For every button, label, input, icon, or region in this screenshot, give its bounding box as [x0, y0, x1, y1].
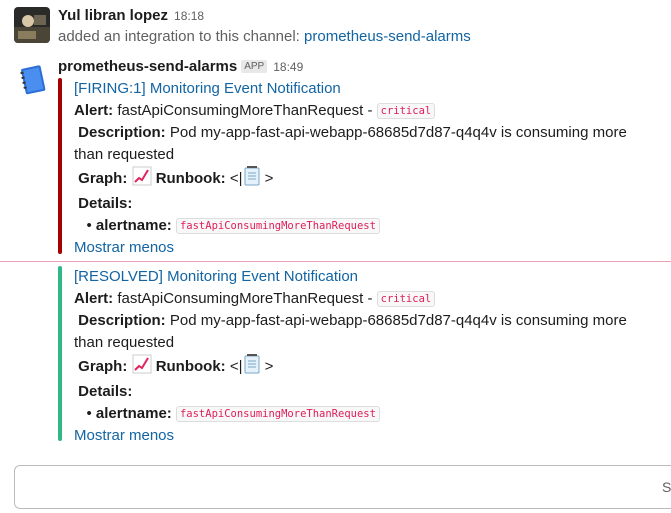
graph-row: Graph: Runbook: <| >	[74, 166, 658, 193]
show-less-link[interactable]: Mostrar menos	[74, 425, 658, 447]
graph-row: Graph: Runbook: <| >	[74, 354, 658, 381]
alertname-row: • alertname: fastApiConsumingMoreThanReq…	[74, 215, 658, 237]
alertname-code: fastApiConsumingMoreThanRequest	[175, 218, 380, 234]
message-composer[interactable]: Se	[14, 465, 671, 509]
app-avatar-notebook-icon[interactable]	[14, 61, 50, 97]
show-less-link[interactable]: Mostrar menos	[74, 237, 658, 259]
message-time[interactable]: 18:49	[273, 60, 303, 74]
attachment-title[interactable]: [RESOLVED] Monitoring Event Notification	[74, 266, 658, 288]
message-text: added an integration to this channel: pr…	[58, 28, 471, 45]
app-name[interactable]: prometheus-send-alarms	[58, 58, 237, 75]
severity-code: critical	[376, 103, 436, 119]
chart-increasing-icon	[132, 166, 152, 193]
resolved-color-bar	[58, 266, 62, 441]
author-name[interactable]: Yul libran lopez	[58, 7, 168, 24]
severity-code: critical	[376, 291, 436, 307]
message-header: prometheus-send-alarms APP 18:49	[58, 58, 303, 75]
description-row-cont: than requested	[74, 146, 175, 163]
notepad-icon[interactable]	[243, 166, 261, 193]
alert-row: Alert: fastApiConsumingMoreThanRequest -…	[74, 100, 658, 122]
resolved-attachment: [RESOLVED] Monitoring Event Notification…	[58, 266, 658, 444]
attachment-title[interactable]: [FIRING:1] Monitoring Event Notification	[74, 78, 658, 100]
message-integration-added: Yul libran lopez 18:18 added an integrati…	[0, 0, 671, 52]
notepad-icon[interactable]	[243, 354, 261, 381]
integration-text: added an integration to this channel:	[58, 28, 305, 45]
firing-color-bar	[58, 78, 62, 254]
alertname-code: fastApiConsumingMoreThanRequest	[175, 406, 380, 422]
details-row: Details:	[78, 195, 133, 212]
message-time[interactable]: 18:18	[174, 9, 204, 23]
composer-hint: Se	[662, 479, 671, 495]
app-badge: APP	[241, 60, 268, 73]
description-row: Description: Pod my-app-fast-api-webapp-…	[78, 124, 627, 141]
user-avatar[interactable]	[14, 7, 50, 43]
message-header: Yul libran lopez 18:18	[58, 7, 204, 24]
firing-attachment: [FIRING:1] Monitoring Event Notification…	[58, 78, 658, 256]
details-row: Details:	[78, 383, 133, 400]
chart-increasing-icon	[132, 354, 152, 381]
alert-row: Alert: fastApiConsumingMoreThanRequest -…	[74, 288, 658, 310]
alertname-row: • alertname: fastApiConsumingMoreThanReq…	[74, 403, 658, 425]
new-messages-divider	[0, 261, 671, 262]
description-row: Description: Pod my-app-fast-api-webapp-…	[78, 312, 627, 329]
description-row-cont: than requested	[74, 334, 175, 351]
channel-link[interactable]: prometheus-send-alarms	[304, 28, 471, 45]
